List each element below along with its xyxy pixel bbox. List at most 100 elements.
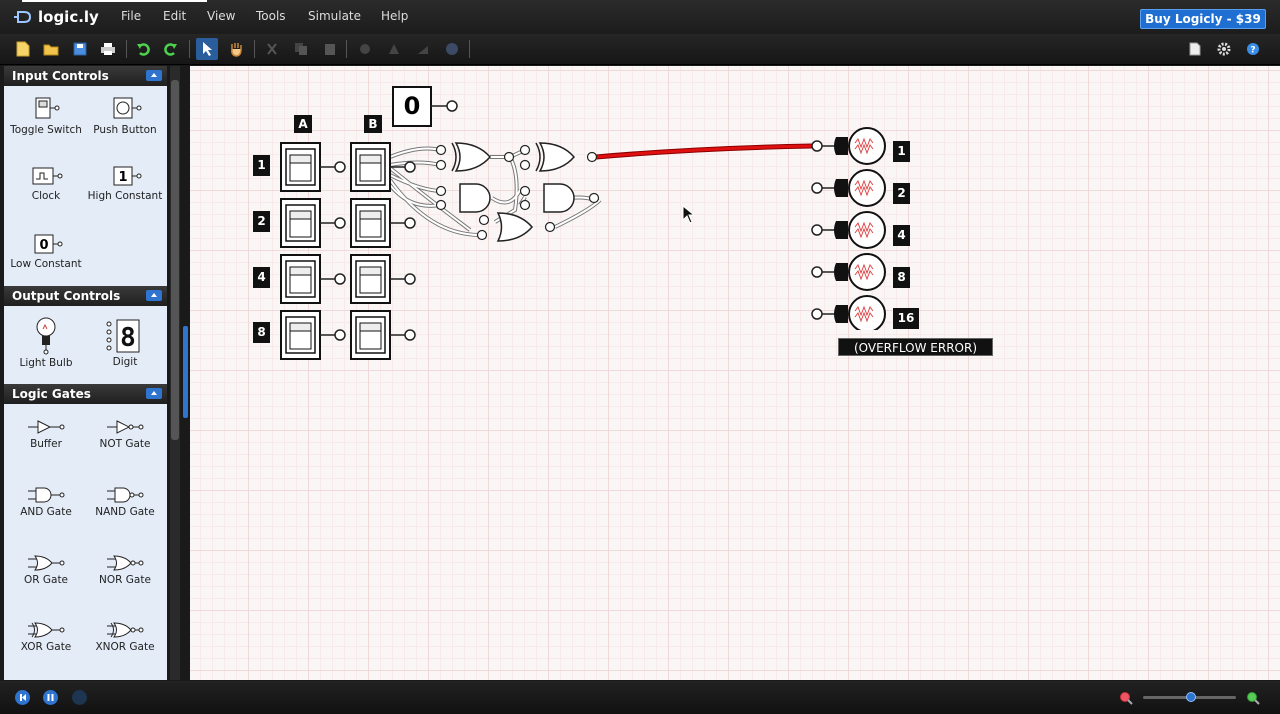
- menu-help[interactable]: Help: [381, 9, 408, 23]
- save-button[interactable]: [69, 38, 91, 60]
- palette-item-label: Light Bulb: [19, 357, 73, 369]
- toolbar-separator: [346, 40, 347, 58]
- simulation-reset-button[interactable]: [15, 690, 30, 705]
- settings-button[interactable]: [1213, 38, 1235, 60]
- section-header-logic-gates[interactable]: Logic Gates: [4, 384, 167, 404]
- tool-button-a[interactable]: [354, 38, 376, 60]
- palette-item-label: Low Constant: [10, 258, 82, 270]
- section-header-input-controls[interactable]: Input Controls: [4, 66, 167, 86]
- app-title: logic.ly: [38, 8, 99, 26]
- xor-gate-1[interactable]: [451, 142, 491, 172]
- palette-item-and-gate[interactable]: AND Gate: [6, 486, 86, 518]
- toggle-switch-b8[interactable]: [350, 310, 416, 360]
- column-label-b: B: [364, 115, 382, 133]
- undo-button[interactable]: [132, 38, 154, 60]
- palette-item-nor-gate[interactable]: NOR Gate: [85, 554, 165, 586]
- palette-item-label: AND Gate: [20, 506, 72, 518]
- palette-item-label: NAND Gate: [95, 506, 155, 518]
- palette-item-digit[interactable]: 8 Digit: [85, 318, 165, 368]
- menu-edit[interactable]: Edit: [163, 9, 186, 23]
- light-bulb-2[interactable]: [811, 169, 886, 207]
- status-bar: [0, 681, 1280, 714]
- select-tool-button[interactable]: [196, 38, 218, 60]
- row-label-1: 1: [253, 155, 270, 176]
- open-button[interactable]: [40, 38, 62, 60]
- tool-button-c[interactable]: [412, 38, 434, 60]
- collapse-icon[interactable]: [146, 290, 162, 301]
- svg-text:0: 0: [39, 238, 48, 253]
- toggle-switch-a8[interactable]: [280, 310, 346, 360]
- not-gate-icon: [107, 420, 144, 434]
- palette-item-buffer[interactable]: Buffer: [6, 418, 86, 450]
- palette-item-clock[interactable]: Clock: [6, 166, 86, 202]
- palette-item-high-constant[interactable]: 1 High Constant: [85, 166, 165, 202]
- toggle-switch-b2[interactable]: [350, 198, 416, 248]
- light-bulb-1[interactable]: [811, 127, 886, 165]
- help-button[interactable]: ?: [1242, 38, 1264, 60]
- palette-item-label: High Constant: [87, 190, 163, 202]
- palette-scrollbar-thumb[interactable]: [171, 80, 179, 440]
- light-bulb-8[interactable]: [811, 253, 886, 291]
- simulation-pause-button[interactable]: [43, 690, 58, 705]
- component-palette: Input Controls Toggle Switch Push Button…: [4, 66, 167, 680]
- collapse-icon[interactable]: [146, 388, 162, 399]
- circle-icon: [360, 44, 370, 54]
- paste-button[interactable]: [319, 38, 341, 60]
- xor-gate-2[interactable]: [535, 142, 575, 172]
- export-button[interactable]: [1184, 38, 1206, 60]
- light-bulb-16[interactable]: [811, 295, 886, 330]
- palette-item-xor-gate[interactable]: XOR Gate: [6, 621, 86, 653]
- zoom-out-button[interactable]: [1119, 690, 1133, 709]
- gear-icon: [1217, 42, 1231, 56]
- zoom-out-icon: [1120, 692, 1133, 705]
- print-button[interactable]: [97, 38, 119, 60]
- palette-item-push-button[interactable]: Push Button: [85, 96, 165, 136]
- and-gate-2[interactable]: [543, 183, 575, 213]
- redo-button[interactable]: [160, 38, 182, 60]
- toggle-switch-b4[interactable]: [350, 254, 416, 304]
- toggle-switch-b1[interactable]: [350, 142, 416, 192]
- palette-item-or-gate[interactable]: OR Gate: [6, 554, 86, 586]
- cut-button[interactable]: [261, 38, 283, 60]
- copy-button[interactable]: [290, 38, 312, 60]
- palette-item-xnor-gate[interactable]: XNOR Gate: [85, 621, 165, 653]
- palette-item-light-bulb[interactable]: Light Bulb: [6, 315, 86, 369]
- new-file-button[interactable]: [12, 38, 34, 60]
- app-logo: logic.ly: [14, 8, 99, 26]
- light-bulb-icon: [36, 317, 56, 355]
- toolbar-separator: [469, 40, 470, 58]
- section-header-output-controls[interactable]: Output Controls: [4, 286, 167, 306]
- shape-icon: [446, 43, 458, 55]
- tool-button-d[interactable]: [441, 38, 463, 60]
- low-constant-icon: 0: [34, 234, 63, 254]
- collapse-icon[interactable]: [146, 70, 162, 81]
- zoom-in-button[interactable]: [1246, 690, 1260, 709]
- toggle-switch-a1[interactable]: [280, 142, 346, 192]
- palette-item-not-gate[interactable]: NOT Gate: [85, 418, 165, 450]
- palette-item-label: XNOR Gate: [95, 641, 155, 653]
- zoom-slider-thumb[interactable]: [1186, 692, 1196, 702]
- panel-collapse-handle[interactable]: [183, 326, 188, 418]
- menu-simulate[interactable]: Simulate: [308, 9, 361, 23]
- simulation-step-button[interactable]: [72, 690, 87, 705]
- output-label-8: 8: [893, 267, 910, 288]
- toggle-switch-a2[interactable]: [280, 198, 346, 248]
- tool-button-b[interactable]: [383, 38, 405, 60]
- palette-item-label: NOR Gate: [99, 574, 151, 586]
- buffer-gate-icon: [28, 420, 65, 434]
- and-gate-1[interactable]: [459, 183, 491, 213]
- menu-view[interactable]: View: [207, 9, 235, 23]
- menu-file[interactable]: File: [121, 9, 141, 23]
- buy-button[interactable]: Buy Logicly - $39: [1140, 9, 1266, 29]
- toggle-switch-a4[interactable]: [280, 254, 346, 304]
- push-button-icon: [113, 97, 142, 119]
- menu-tools[interactable]: Tools: [256, 9, 286, 23]
- palette-item-toggle-switch[interactable]: Toggle Switch: [6, 96, 86, 136]
- pan-tool-button[interactable]: [225, 38, 247, 60]
- or-gate-1[interactable]: [496, 212, 533, 242]
- palette-item-nand-gate[interactable]: NAND Gate: [85, 486, 165, 518]
- toolbar-separator: [254, 40, 255, 58]
- light-bulb-4[interactable]: [811, 211, 886, 249]
- palette-item-low-constant[interactable]: 0 Low Constant: [6, 234, 86, 270]
- toolbar: ?: [0, 34, 1280, 65]
